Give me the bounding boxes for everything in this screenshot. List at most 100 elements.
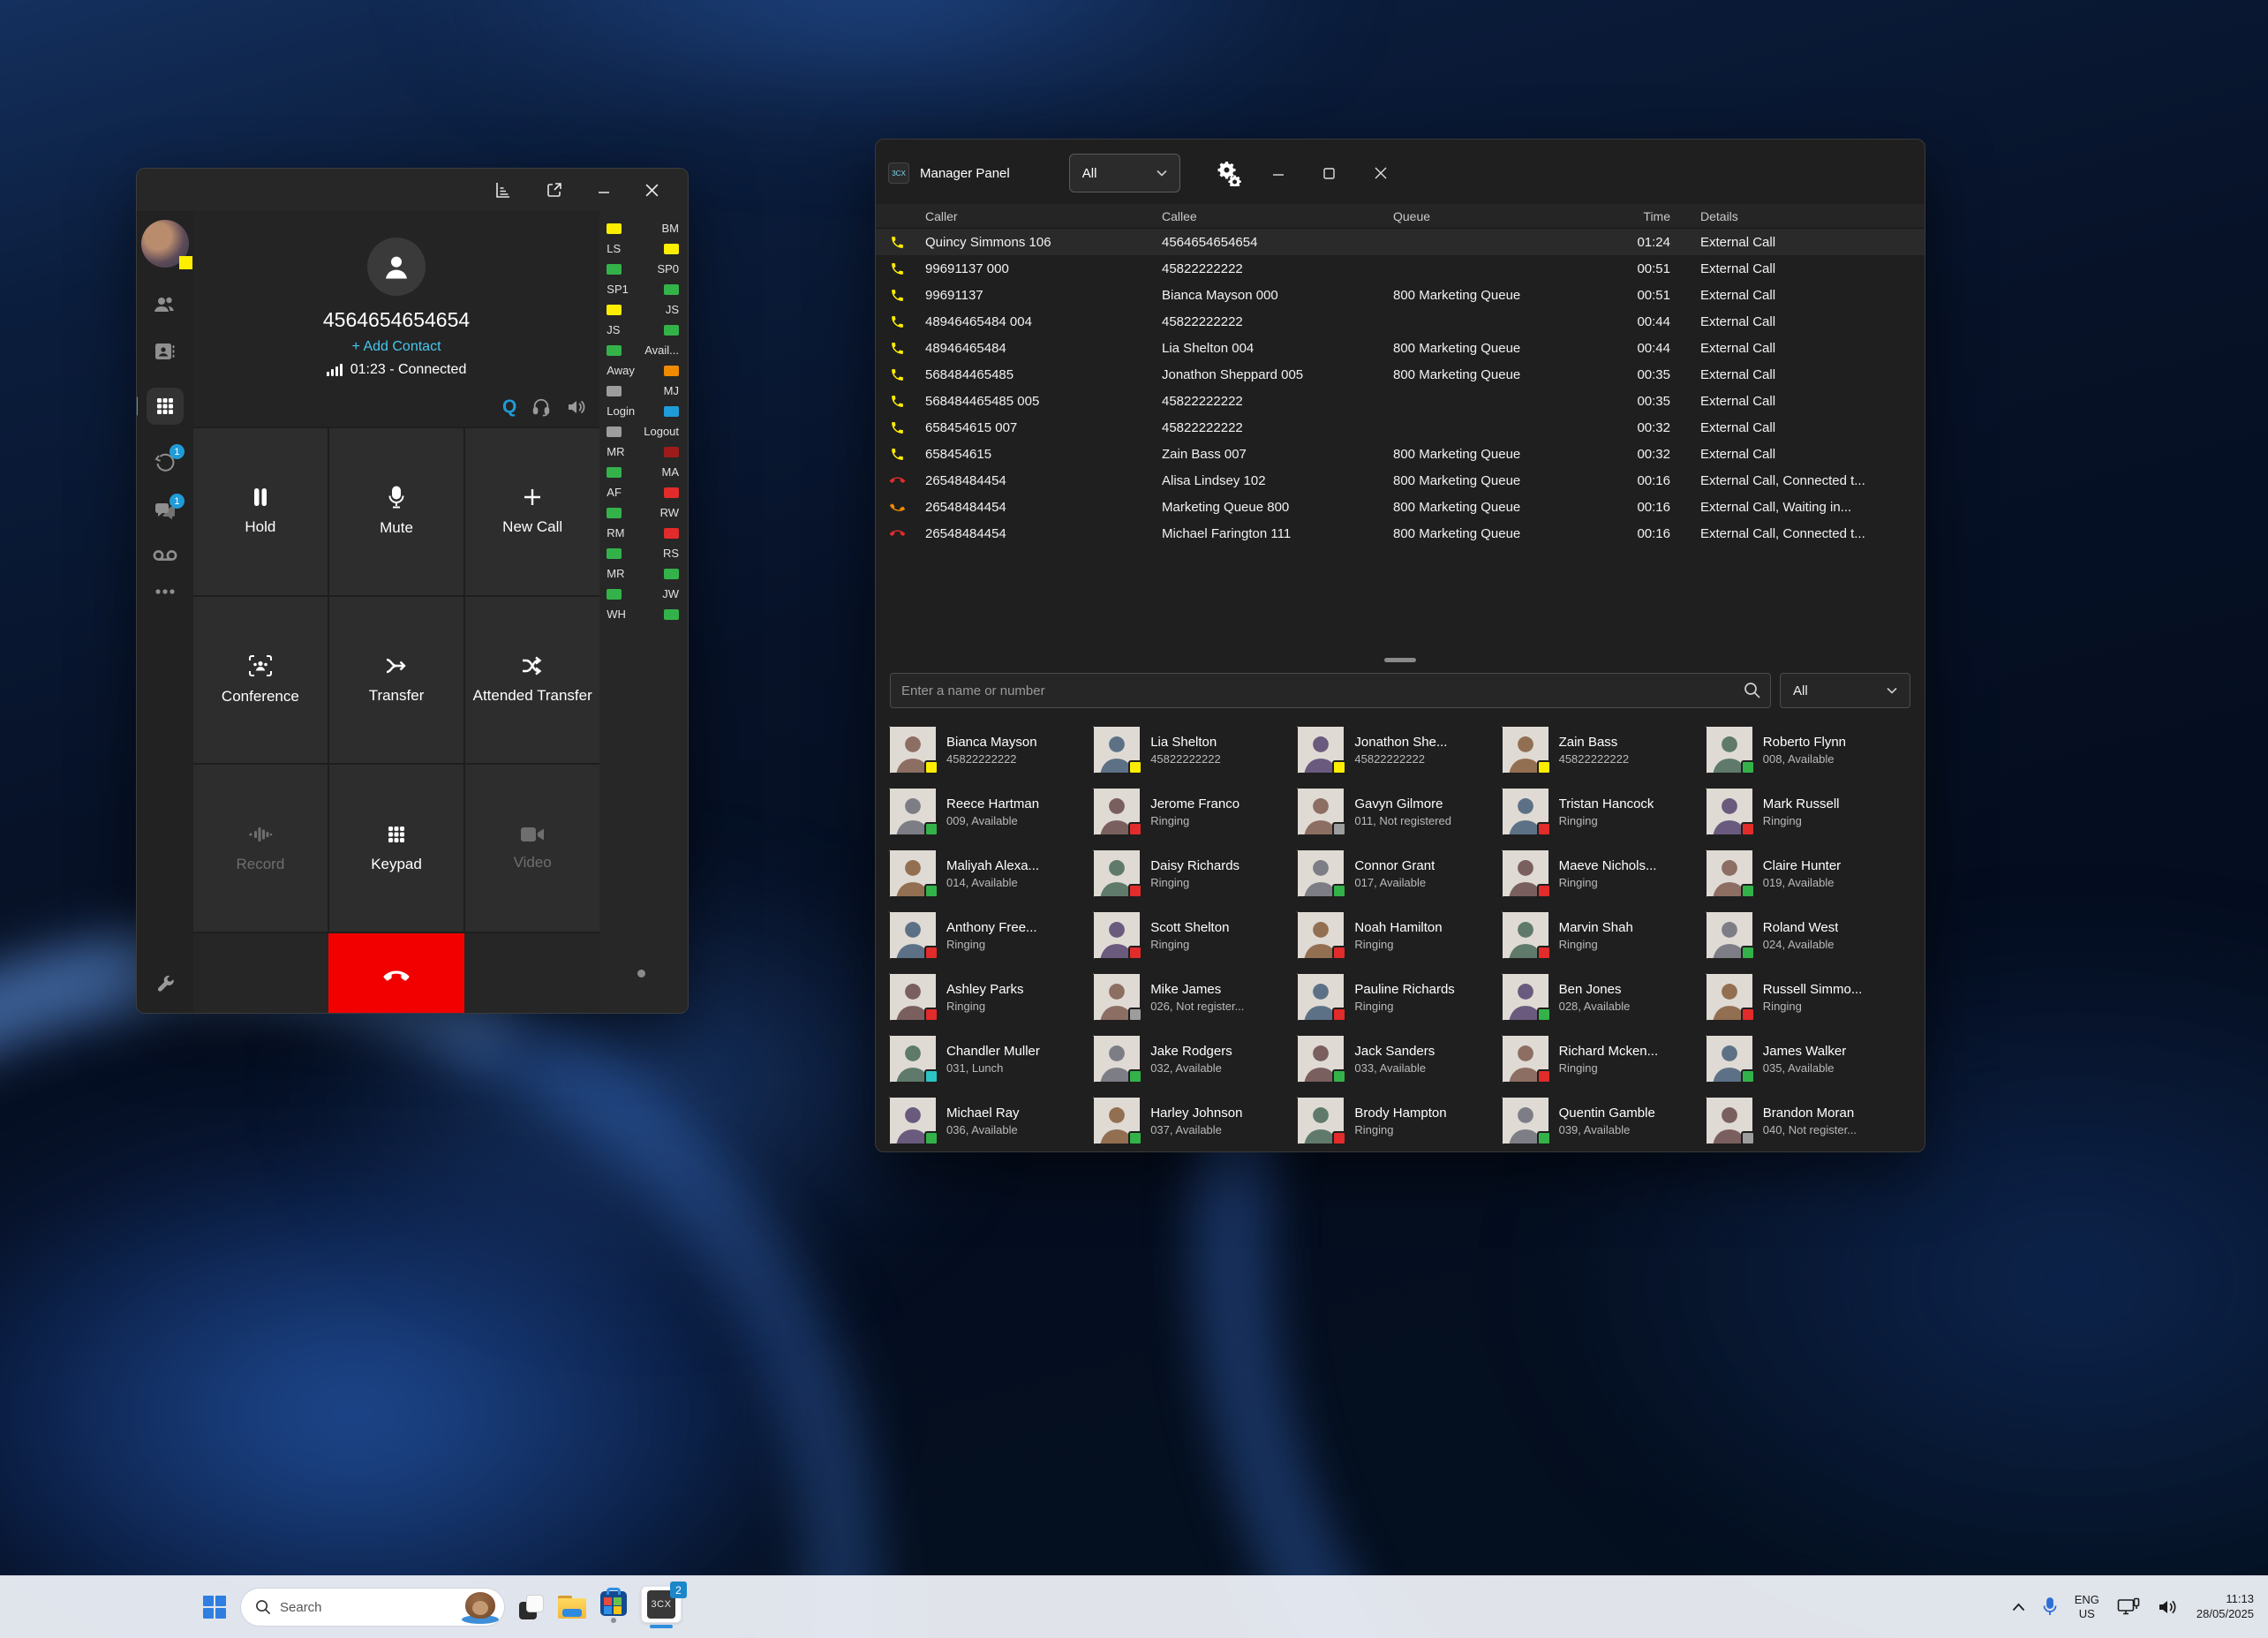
blf-key-avail[interactable]: Avail...	[607, 340, 679, 360]
call-row[interactable]: 99691137 0004582222222200:51External Cal…	[876, 255, 1925, 282]
task-view-button[interactable]	[519, 1595, 544, 1619]
blf-key-mj[interactable]: MJ	[607, 381, 679, 401]
blf-key-js[interactable]: JS	[607, 320, 679, 340]
language-indicator[interactable]: ENG US	[2075, 1593, 2099, 1622]
contact-card[interactable]: Jake Rodgers032, Available	[1094, 1028, 1298, 1090]
blf-key-jw[interactable]: JW	[607, 584, 679, 604]
attended-transfer-button[interactable]: Attended Transfer	[465, 597, 599, 764]
blf-key-js[interactable]: JS	[607, 299, 679, 320]
contact-card[interactable]: Connor Grant017, Available	[1298, 842, 1502, 904]
contacts-icon[interactable]	[153, 294, 177, 315]
user-avatar[interactable]	[141, 220, 189, 268]
col-callee[interactable]: Callee	[1162, 209, 1393, 223]
col-queue[interactable]: Queue	[1393, 209, 1605, 223]
blf-key-sp0[interactable]: SP0	[607, 259, 679, 279]
contact-card[interactable]: Anthony Free...Ringing	[890, 904, 1094, 966]
conference-button[interactable]: Conference	[193, 597, 328, 764]
contact-card[interactable]: Tristan HancockRinging	[1503, 781, 1707, 842]
contact-card[interactable]: Ashley ParksRinging	[890, 966, 1094, 1028]
call-row[interactable]: 658454615Zain Bass 007800 Marketing Queu…	[876, 441, 1925, 467]
contact-card[interactable]: Jonathon She...45822222222	[1298, 719, 1502, 781]
contact-card[interactable]: Maeve Nichols...Ringing	[1503, 842, 1707, 904]
blf-key-rm[interactable]: RM	[607, 523, 679, 543]
call-row[interactable]: 658454615 0074582222222200:32External Ca…	[876, 414, 1925, 441]
taskbar-search[interactable]: Search	[240, 1588, 505, 1627]
activity-chart-icon[interactable]	[494, 181, 512, 199]
contact-card[interactable]: Maliyah Alexa...014, Available	[890, 842, 1094, 904]
call-row[interactable]: 568484465485Jonathon Sheppard 005800 Mar…	[876, 361, 1925, 388]
contact-card[interactable]: Daisy RichardsRinging	[1094, 842, 1298, 904]
tray-microphone-icon[interactable]	[2043, 1597, 2057, 1617]
contact-card[interactable]: Scott SheltonRinging	[1094, 904, 1298, 966]
contact-card[interactable]: Marvin ShahRinging	[1503, 904, 1707, 966]
call-history-icon[interactable]: 1	[154, 451, 177, 474]
contact-card[interactable]: Roland West024, Available	[1707, 904, 1910, 966]
contact-card[interactable]: Mark RussellRinging	[1707, 781, 1910, 842]
blf-key-wh[interactable]: WH	[607, 604, 679, 624]
file-explorer-button[interactable]	[558, 1596, 586, 1619]
blf-key-login[interactable]: Login	[607, 401, 679, 421]
contact-card[interactable]: Brandon Moran040, Not register...	[1707, 1090, 1910, 1151]
contact-card[interactable]: Russell Simmo...Ringing	[1707, 966, 1910, 1028]
panel-resize-handle[interactable]	[1384, 658, 1416, 662]
new-call-button[interactable]: New Call	[465, 428, 599, 595]
maximize-button[interactable]	[1304, 154, 1355, 192]
blf-key-ls[interactable]: LS	[607, 238, 679, 259]
contact-card[interactable]: Claire Hunter019, Available	[1707, 842, 1910, 904]
minimize-icon[interactable]	[597, 183, 611, 197]
blf-key-rw[interactable]: RW	[607, 502, 679, 523]
contact-card[interactable]: Michael Ray036, Available	[890, 1090, 1094, 1151]
contact-card[interactable]: Harley Johnson037, Available	[1094, 1090, 1298, 1151]
call-row[interactable]: 26548484454Michael Farington 111800 Mark…	[876, 520, 1925, 547]
microsoft-store-button[interactable]	[600, 1591, 627, 1623]
contact-card[interactable]: Richard Mcken...Ringing	[1503, 1028, 1707, 1090]
contact-card[interactable]: Reece Hartman009, Available	[890, 781, 1094, 842]
contact-card[interactable]: Jack Sanders033, Available	[1298, 1028, 1502, 1090]
contact-card[interactable]: Chandler Muller031, Lunch	[890, 1028, 1094, 1090]
blf-key-away[interactable]: Away	[607, 360, 679, 381]
headset-icon[interactable]	[531, 397, 551, 417]
blf-key-bm[interactable]: BM	[607, 218, 679, 238]
call-row[interactable]: 48946465484Lia Shelton 004800 Marketing …	[876, 335, 1925, 361]
add-contact-link[interactable]: + Add Contact	[352, 339, 441, 355]
more-options-icon[interactable]	[154, 589, 176, 594]
contact-card[interactable]: James Walker035, Available	[1707, 1028, 1910, 1090]
contact-card[interactable]: Brody HamptonRinging	[1298, 1090, 1502, 1151]
call-row[interactable]: 99691137Bianca Mayson 000800 Marketing Q…	[876, 282, 1925, 308]
call-row[interactable]: 568484465485 0054582222222200:35External…	[876, 388, 1925, 414]
contact-card[interactable]: Lia Shelton45822222222	[1094, 719, 1298, 781]
contact-card[interactable]: Zain Bass45822222222	[1503, 719, 1707, 781]
chat-icon[interactable]: 1	[154, 501, 177, 522]
calls-filter-dropdown[interactable]: All	[1069, 154, 1180, 192]
contact-card[interactable]: Gavyn Gilmore011, Not registered	[1298, 781, 1502, 842]
blf-key-af[interactable]: AF	[607, 482, 679, 502]
hold-button[interactable]: Hold	[193, 428, 328, 595]
settings-gears-icon[interactable]	[1216, 160, 1242, 186]
mute-button[interactable]: Mute	[329, 428, 463, 595]
threecx-app-button[interactable]: 3CX 2	[641, 1586, 682, 1628]
contacts-filter-dropdown[interactable]: All	[1780, 673, 1910, 708]
blf-key-rs[interactable]: RS	[607, 543, 679, 563]
resize-dot[interactable]	[637, 970, 645, 978]
transfer-button[interactable]: Transfer	[329, 597, 463, 764]
contact-card[interactable]: Ben Jones028, Available	[1503, 966, 1707, 1028]
col-details[interactable]: Details	[1679, 209, 1925, 223]
col-caller[interactable]: Caller	[925, 209, 1162, 223]
call-row[interactable]: 48946465484 0044582222222200:44External …	[876, 308, 1925, 335]
contact-card-icon[interactable]	[154, 342, 176, 361]
minimize-button[interactable]	[1253, 154, 1304, 192]
keypad-button[interactable]: Keypad	[329, 765, 463, 932]
contact-card[interactable]: Noah HamiltonRinging	[1298, 904, 1502, 966]
dialpad-tab-icon[interactable]	[147, 388, 184, 425]
contact-card[interactable]: Quentin Gamble039, Available	[1503, 1090, 1707, 1151]
contact-card[interactable]: Roberto Flynn008, Available	[1707, 719, 1910, 781]
blf-key-ma[interactable]: MA	[607, 462, 679, 482]
voicemail-icon[interactable]	[152, 548, 178, 562]
queue-icon[interactable]: Q	[502, 396, 516, 418]
volume-icon[interactable]	[2158, 1598, 2179, 1616]
clock[interactable]: 11:13 28/05/2025	[2196, 1592, 2254, 1622]
col-time[interactable]: Time	[1605, 209, 1679, 223]
contact-search-input[interactable]	[890, 673, 1771, 708]
blf-key-mr[interactable]: MR	[607, 563, 679, 584]
blf-key-mr[interactable]: MR	[607, 442, 679, 462]
